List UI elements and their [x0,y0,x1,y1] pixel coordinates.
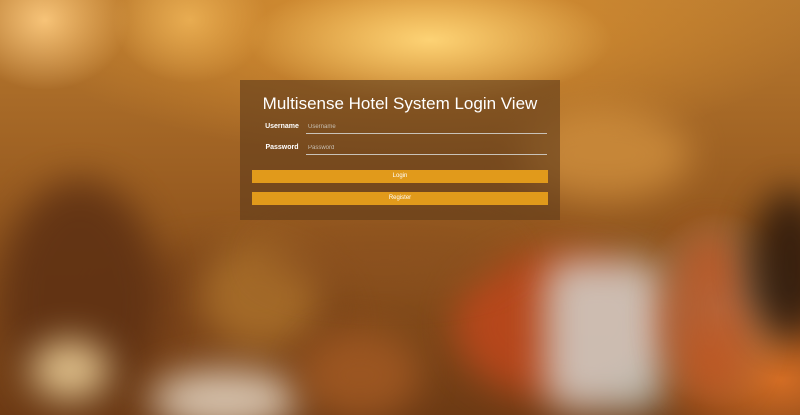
password-input[interactable] [306,141,547,155]
password-row: Password [240,139,560,159]
background-blur-shape [665,230,755,400]
login-title: Multisense Hotel System Login View [262,94,538,113]
background-blur-shape [545,260,665,410]
login-panel: Multisense Hotel System Login View Usern… [240,80,560,220]
register-button[interactable]: Register [252,192,548,205]
background-blur-shape [260,230,510,290]
password-label: Password [265,144,299,151]
background-blur-shape [750,190,800,340]
background-blur-shape [30,340,110,400]
login-button[interactable]: Login [252,170,548,183]
username-input[interactable] [306,120,547,134]
username-label: Username [265,123,299,130]
username-row: Username [240,118,560,138]
background-blur-shape [300,330,420,415]
